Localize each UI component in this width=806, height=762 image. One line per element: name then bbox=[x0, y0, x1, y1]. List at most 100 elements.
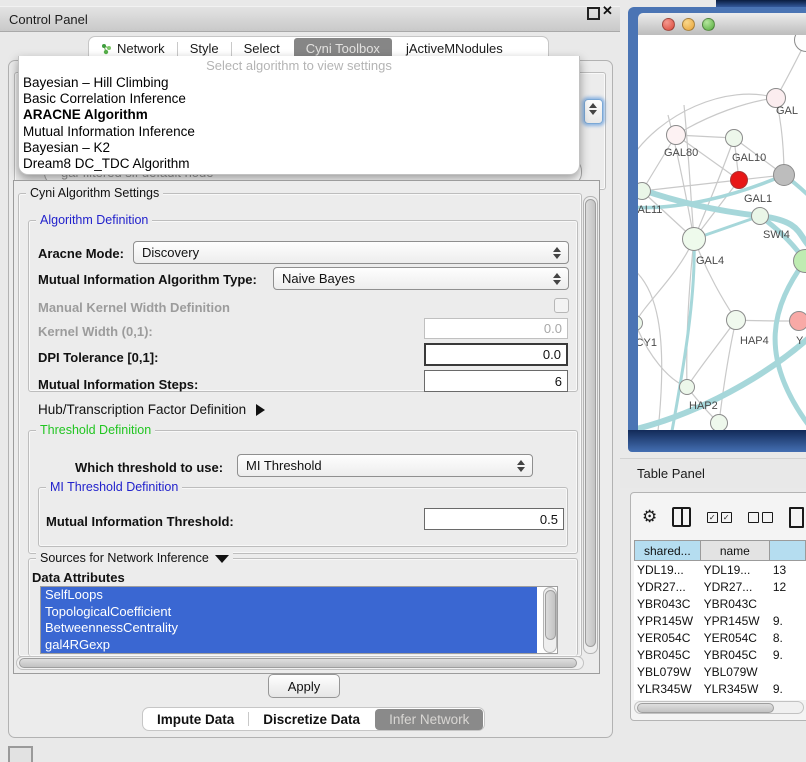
kernel-width-field[interactable]: 0.0 bbox=[424, 318, 568, 339]
table-row: YBR045C YBR045C 9. bbox=[634, 646, 806, 663]
column-header-partial[interactable] bbox=[770, 540, 806, 561]
mi-threshold-label: Mutual Information Threshold: bbox=[46, 514, 234, 529]
table-cell[interactable]: YBR043C bbox=[701, 595, 770, 612]
window-zoom-icon[interactable] bbox=[702, 18, 715, 31]
attribute-item[interactable]: BetweennessCentrality bbox=[41, 620, 537, 637]
table-cell[interactable]: YDL19... bbox=[701, 561, 770, 578]
network-node-hap2[interactable] bbox=[679, 379, 695, 395]
mi-threshold-group-title: MI Threshold Definition bbox=[46, 480, 182, 494]
table-cell[interactable]: YLR345W bbox=[634, 680, 701, 697]
table-cell[interactable]: YBR045C bbox=[701, 646, 770, 663]
algorithm-option[interactable]: Bayesian – Hill Climbing bbox=[19, 75, 579, 91]
control-panel-titlebar: Control Panel bbox=[0, 6, 620, 32]
float-panel-button[interactable] bbox=[587, 7, 600, 20]
algorithm-option[interactable]: Basic Correlation Inference bbox=[19, 91, 579, 107]
table-cell[interactable]: YBL079W bbox=[634, 663, 701, 680]
tab-infer-network[interactable]: Infer Network bbox=[375, 709, 483, 730]
table-horizontal-scrollbar[interactable] bbox=[634, 701, 804, 714]
network-node-gal10[interactable] bbox=[725, 129, 743, 147]
settings-gear-icon[interactable]: ⚙ bbox=[642, 507, 657, 527]
sources-group-title[interactable]: Sources for Network Inference bbox=[36, 551, 233, 565]
data-attributes-label: Data Attributes bbox=[32, 570, 125, 585]
settings-vertical-scrollbar[interactable] bbox=[583, 196, 598, 654]
table-cell[interactable]: YER054C bbox=[634, 629, 701, 646]
sources-title-text: Sources for Network Inference bbox=[40, 551, 209, 565]
tab-impute-data[interactable]: Impute Data bbox=[143, 711, 248, 728]
algorithm-option-aracne[interactable]: ARACNE Algorithm bbox=[19, 107, 579, 123]
table-cell[interactable]: YDR27... bbox=[634, 578, 701, 595]
table-cell[interactable]: YDR27... bbox=[701, 578, 770, 595]
mi-threshold-field[interactable]: 0.5 bbox=[424, 508, 564, 530]
table-cell[interactable]: YBR043C bbox=[634, 595, 701, 612]
settings-horizontal-scrollbar[interactable] bbox=[16, 656, 584, 670]
attribute-item[interactable]: gal4RGexp bbox=[41, 637, 537, 654]
table-cell[interactable]: 13 bbox=[770, 561, 806, 578]
tab-discretize-data-label: Discretize Data bbox=[263, 712, 360, 727]
network-node[interactable] bbox=[710, 414, 728, 430]
manual-kernel-checkbox[interactable] bbox=[554, 298, 569, 313]
mi-algorithm-type-combo[interactable]: Naive Bayes bbox=[273, 267, 569, 290]
attribute-item[interactable]: SelfLoops bbox=[41, 587, 537, 604]
table-cell[interactable]: YBL079W bbox=[701, 663, 770, 680]
dpi-tolerance-field[interactable]: 0.0 bbox=[424, 343, 568, 366]
which-threshold-value: MI Threshold bbox=[246, 458, 322, 473]
table-cell[interactable]: 12 bbox=[770, 578, 806, 595]
floating-panel-icon[interactable] bbox=[8, 746, 33, 762]
table-cell[interactable]: 9. bbox=[770, 680, 806, 697]
table-cell[interactable]: YPR145W bbox=[634, 612, 701, 629]
algorithm-option[interactable]: Bayesian – K2 bbox=[19, 140, 579, 156]
algorithm-option[interactable]: Mutual Information Inference bbox=[19, 124, 579, 140]
window-minimize-icon[interactable] bbox=[682, 18, 695, 31]
network-node-gray[interactable] bbox=[773, 164, 795, 186]
window-close-icon[interactable] bbox=[662, 18, 675, 31]
table-cell[interactable]: 9 bbox=[770, 697, 806, 700]
attribute-item[interactable]: TopologicalCoefficient bbox=[41, 604, 537, 621]
network-node-gal80[interactable] bbox=[666, 125, 686, 145]
table-cell[interactable]: 8. bbox=[770, 629, 806, 646]
export-table-icon[interactable] bbox=[789, 507, 804, 528]
split-columns-icon[interactable] bbox=[672, 507, 690, 527]
table-row: YLR345W YLR345W 9. bbox=[634, 680, 806, 697]
column-header-name[interactable]: name bbox=[701, 540, 770, 561]
hub-factor-expander[interactable]: Hub/Transcription Factor Definition bbox=[38, 402, 265, 417]
deselect-all-checkboxes-icon[interactable] bbox=[748, 512, 773, 523]
close-panel-icon[interactable]: ✕ bbox=[602, 3, 613, 19]
table-cell[interactable] bbox=[770, 663, 806, 680]
table-cell[interactable]: YPR145W bbox=[701, 612, 770, 629]
table-cell[interactable]: YDL19... bbox=[634, 561, 701, 578]
network-frame-bottom bbox=[628, 430, 806, 452]
network-window-titlebar[interactable] bbox=[638, 13, 806, 36]
mi-steps-field[interactable]: 6 bbox=[424, 370, 568, 392]
table-row: YBR043C YBR043C bbox=[634, 595, 806, 612]
table-cell[interactable]: YER054C bbox=[701, 629, 770, 646]
network-node-gal4[interactable] bbox=[682, 227, 706, 251]
tab-discretize-data[interactable]: Discretize Data bbox=[249, 711, 374, 728]
algorithm-option[interactable]: Dream8 DC_TDC Algorithm bbox=[19, 156, 579, 172]
tab-jactivemnodules-label: jActiveMNodules bbox=[406, 41, 503, 56]
network-node-swi4[interactable] bbox=[751, 207, 769, 225]
table-cell[interactable]: 9. bbox=[770, 646, 806, 663]
apply-button[interactable]: Apply bbox=[268, 674, 340, 698]
attribute-list-scrollbar[interactable] bbox=[543, 587, 557, 653]
network-node-gal1[interactable] bbox=[730, 171, 748, 189]
table-cell[interactable]: YIL052C bbox=[701, 697, 770, 700]
network-node-hap4[interactable] bbox=[726, 310, 746, 330]
which-threshold-combo[interactable]: MI Threshold bbox=[237, 454, 533, 477]
kernel-width-label: Kernel Width (0,1): bbox=[38, 324, 153, 339]
aracne-mode-combo[interactable]: Discovery bbox=[133, 241, 569, 264]
algorithm-combo-stepper[interactable] bbox=[584, 99, 603, 124]
table-cell[interactable]: YLR345W bbox=[701, 680, 770, 697]
network-node-y-partial[interactable] bbox=[789, 311, 806, 331]
table-cell[interactable]: 9. bbox=[770, 612, 806, 629]
node-attribute-table: shared... name YDL19... YDL19... 13 YDR2… bbox=[634, 540, 806, 700]
tab-cyni-toolbox-label: Cyni Toolbox bbox=[306, 41, 380, 56]
algorithm-dropdown-popup: Select algorithm to view settings Bayesi… bbox=[18, 56, 580, 175]
select-all-checkboxes-icon[interactable]: ✓✓ bbox=[707, 512, 732, 523]
table-cell[interactable]: YBR045C bbox=[634, 646, 701, 663]
network-canvas[interactable]: GAL GAL80 GAL10 GAL1 GAL11 SWI4 GAL4 GCY… bbox=[638, 35, 806, 430]
table-cell[interactable]: YIL052C bbox=[634, 697, 701, 700]
mi-threshold-value: 0.5 bbox=[540, 512, 558, 527]
table-cell[interactable] bbox=[770, 595, 806, 612]
column-header-shared-name[interactable]: shared... bbox=[634, 540, 701, 561]
network-icon bbox=[101, 43, 112, 55]
